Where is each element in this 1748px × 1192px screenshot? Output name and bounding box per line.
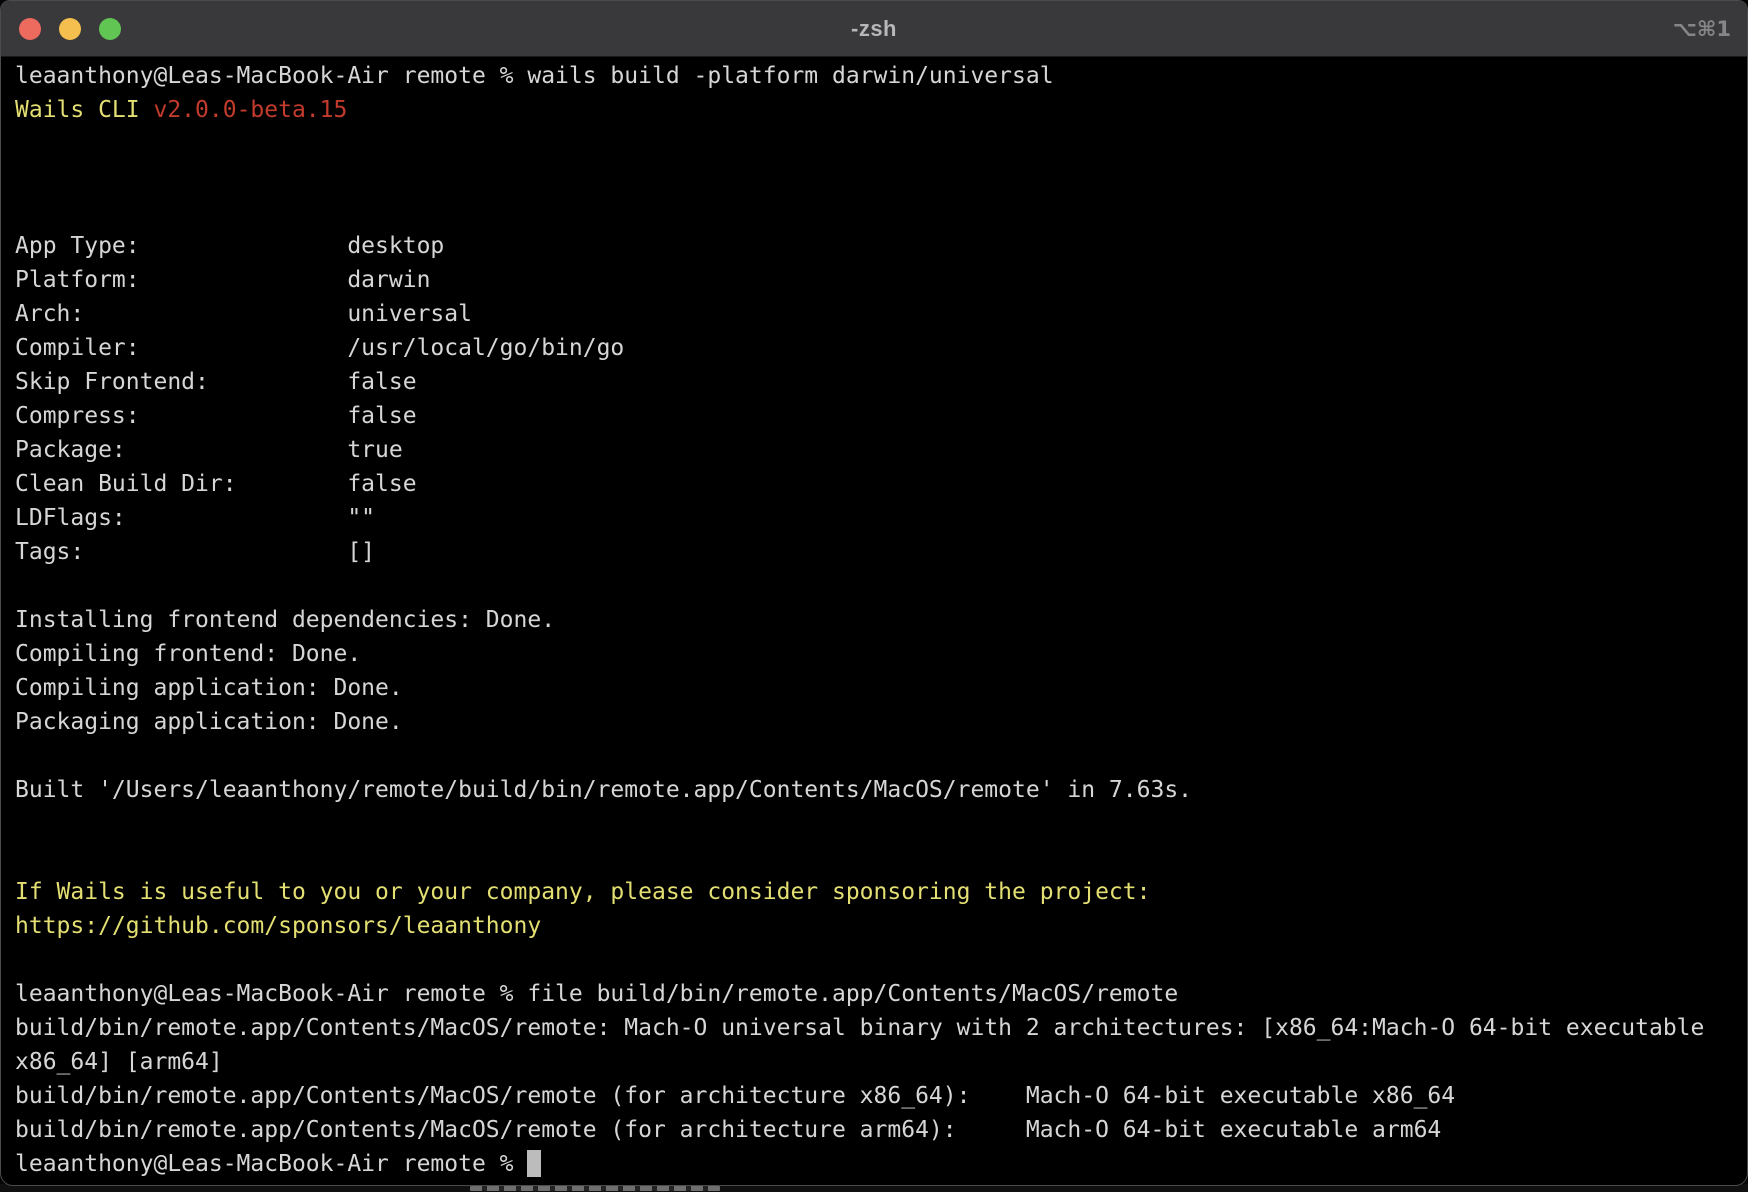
terminal-text: App Type: desktop (15, 233, 444, 259)
terminal-line (15, 569, 1746, 603)
terminal-line: Compiler: /usr/local/go/bin/go (15, 331, 1746, 365)
terminal-line: Platform: darwin (15, 263, 1746, 297)
window-title: -zsh (851, 16, 897, 42)
terminal-text: Skip Frontend: false (15, 369, 417, 395)
terminal-text: v2.0.0-beta.15 (153, 97, 347, 123)
terminal-line: If Wails is useful to you or your compan… (15, 875, 1746, 909)
terminal-line: Clean Build Dir: false (15, 467, 1746, 501)
desktop-background: -zsh ⌥⌘1 leaanthony@Leas-MacBook-Air rem… (0, 0, 1748, 1192)
terminal-text: build/bin/remote.app/Contents/MacOS/remo… (15, 1083, 1455, 1109)
terminal-line: Built '/Users/leaanthony/remote/build/bi… (15, 773, 1746, 807)
terminal-cursor (527, 1150, 541, 1177)
terminal-text: Compiling frontend: Done. (15, 641, 361, 667)
terminal-line: https://github.com/sponsors/leaanthony (15, 909, 1746, 943)
terminal-text: Compiling application: Done. (15, 675, 403, 701)
zoom-button[interactable] (99, 18, 121, 40)
terminal-line (15, 841, 1746, 875)
terminal-text: https://github.com/sponsors/leaanthony (15, 913, 541, 939)
terminal-text: Installing frontend dependencies: Done. (15, 607, 555, 633)
terminal-line: LDFlags: "" (15, 501, 1746, 535)
terminal-text: Compress: false (15, 403, 417, 429)
terminal-text: Tags: [] (15, 539, 375, 565)
terminal-line: Packaging application: Done. (15, 705, 1746, 739)
terminal-line: build/bin/remote.app/Contents/MacOS/remo… (15, 1113, 1746, 1147)
terminal-text: leaanthony@Leas-MacBook-Air remote % (15, 1151, 527, 1177)
terminal-line: x86_64] [arm64] (15, 1045, 1746, 1079)
terminal-line (15, 807, 1746, 841)
terminal-line: Package: true (15, 433, 1746, 467)
terminal-text: Wails CLI (15, 97, 153, 123)
terminal-text: If Wails is useful to you or your compan… (15, 879, 1150, 905)
terminal-line: build/bin/remote.app/Contents/MacOS/remo… (15, 1011, 1746, 1045)
terminal-line (15, 195, 1746, 229)
window-titlebar[interactable]: -zsh ⌥⌘1 (1, 1, 1747, 57)
terminal-line: leaanthony@Leas-MacBook-Air remote % wai… (15, 59, 1746, 93)
close-button[interactable] (19, 18, 41, 40)
terminal-line: leaanthony@Leas-MacBook-Air remote % fil… (15, 977, 1746, 1011)
terminal-line: App Type: desktop (15, 229, 1746, 263)
terminal-text: Package: true (15, 437, 403, 463)
terminal-output[interactable]: leaanthony@Leas-MacBook-Air remote % wai… (2, 57, 1746, 1185)
terminal-text: LDFlags: "" (15, 505, 375, 531)
terminal-line (15, 943, 1746, 977)
minimize-button[interactable] (59, 18, 81, 40)
terminal-line: leaanthony@Leas-MacBook-Air remote % (15, 1147, 1746, 1181)
background-window-text-blur (470, 1186, 720, 1191)
terminal-text: build/bin/remote.app/Contents/MacOS/remo… (15, 1015, 1704, 1041)
terminal-text: Platform: darwin (15, 267, 430, 293)
terminal-line (15, 127, 1746, 161)
terminal-line: Skip Frontend: false (15, 365, 1746, 399)
terminal-text: leaanthony@Leas-MacBook-Air remote % fil… (15, 981, 1178, 1007)
terminal-text: Arch: universal (15, 301, 472, 327)
traffic-lights (19, 1, 121, 56)
terminal-line (15, 161, 1746, 195)
terminal-window: -zsh ⌥⌘1 leaanthony@Leas-MacBook-Air rem… (0, 0, 1748, 1186)
terminal-text: Built '/Users/leaanthony/remote/build/bi… (15, 777, 1192, 803)
terminal-text: Compiler: /usr/local/go/bin/go (15, 335, 624, 361)
terminal-text: Clean Build Dir: false (15, 471, 417, 497)
terminal-line: Compiling application: Done. (15, 671, 1746, 705)
terminal-line: build/bin/remote.app/Contents/MacOS/remo… (15, 1079, 1746, 1113)
terminal-line: Compress: false (15, 399, 1746, 433)
terminal-text: leaanthony@Leas-MacBook-Air remote % wai… (15, 63, 1054, 89)
terminal-line: Installing frontend dependencies: Done. (15, 603, 1746, 637)
terminal-text: Packaging application: Done. (15, 709, 403, 735)
terminal-line: Compiling frontend: Done. (15, 637, 1746, 671)
terminal-line: Wails CLI v2.0.0-beta.15 (15, 93, 1746, 127)
terminal-text: x86_64] [arm64] (15, 1049, 223, 1075)
terminal-text: build/bin/remote.app/Contents/MacOS/remo… (15, 1117, 1441, 1143)
window-shortcut-badge: ⌥⌘1 (1673, 1, 1731, 56)
terminal-line: Tags: [] (15, 535, 1746, 569)
terminal-line (15, 739, 1746, 773)
terminal-line: Arch: universal (15, 297, 1746, 331)
